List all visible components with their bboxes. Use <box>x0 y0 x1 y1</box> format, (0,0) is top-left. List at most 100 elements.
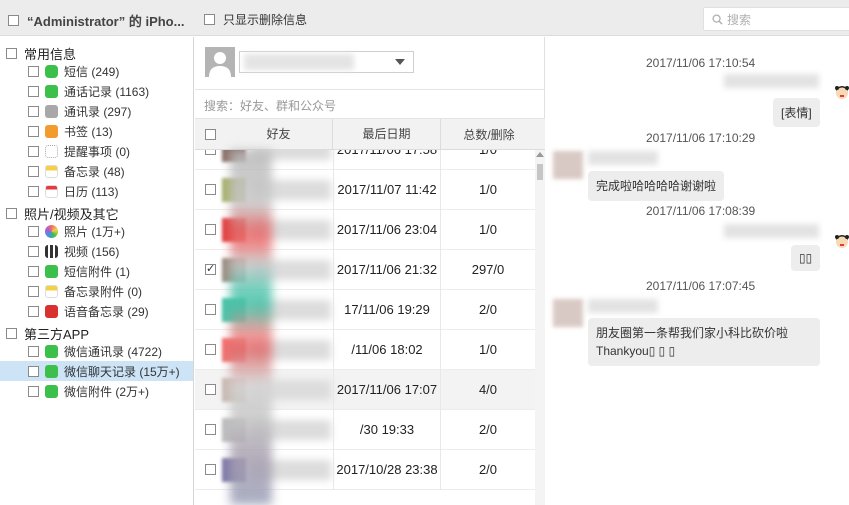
sidebar-item-label: 备忘录附件 (0) <box>64 284 143 299</box>
sidebar-item-label: 照片 (1万+) <box>64 224 126 239</box>
select-all-checkbox[interactable] <box>8 15 19 26</box>
column-header-last-date[interactable]: 最后日期 <box>333 118 441 150</box>
sidebar-item-wechat-attachments[interactable]: 微信附件 (2万+) <box>0 381 193 401</box>
item-checkbox[interactable] <box>28 265 39 277</box>
row-checkbox[interactable] <box>205 224 216 235</box>
sidebar-item-label: 微信聊天记录 (15万+) <box>64 364 180 379</box>
item-checkbox[interactable] <box>28 225 39 237</box>
sidebar-item-wechat-contacts[interactable]: 微信通讯录 (4722) <box>0 341 193 361</box>
sidebar-item-label: 短信附件 (1) <box>64 264 131 279</box>
message-bubble-outgoing: ▯▯ <box>791 245 821 271</box>
sidebar-item-label: 微信附件 (2万+) <box>64 384 150 399</box>
column-header-count[interactable]: 总数/删除 <box>441 126 537 143</box>
row-date: 17/11/06 19:29 <box>333 290 441 330</box>
category-checkbox[interactable] <box>6 48 17 59</box>
sender-name-redacted <box>724 74 819 88</box>
sidebar-item-wechat-chat-history[interactable]: 微信聊天记录 (15万+) <box>0 361 193 381</box>
item-checkbox[interactable] <box>28 65 39 77</box>
account-avatar <box>205 47 235 77</box>
item-checkbox[interactable] <box>28 365 39 377</box>
sidebar-item-label: 通讯录 (297) <box>64 104 132 119</box>
select-all-rows-checkbox[interactable] <box>204 129 216 141</box>
wechat-icon <box>45 384 58 398</box>
item-checkbox[interactable] <box>28 105 39 117</box>
message-bubble-incoming: 朋友圈第一条帮我们家小科比砍价啦 Thankyou▯ ▯ ▯ <box>588 318 820 366</box>
item-checkbox[interactable] <box>28 185 39 197</box>
row-checkbox[interactable] <box>205 150 216 155</box>
chat-history-panel: 2017/11/06 17:10:54 [表情] 2017/11/06 17:1… <box>546 37 849 505</box>
sidebar-item-label: 短信 (249) <box>64 64 120 79</box>
row-checkbox[interactable] <box>205 184 216 195</box>
sidebar-item-voice-memos[interactable]: 语音备忘录 (29) <box>0 301 193 321</box>
row-count: 2/0 <box>478 422 498 437</box>
column-header-friend[interactable]: 好友 <box>225 118 333 150</box>
sidebar-item-bookmarks[interactable]: 书签 (13) <box>0 121 193 141</box>
row-date: /30 19:33 <box>333 410 441 450</box>
wechat-icon <box>45 344 58 358</box>
item-checkbox[interactable] <box>28 345 39 357</box>
category-checkbox[interactable] <box>6 208 17 219</box>
sidebar-item-label: 语音备忘录 (29) <box>64 304 149 319</box>
sidebar-item-reminders[interactable]: 提醒事项 (0) <box>0 141 193 161</box>
row-checkbox[interactable] <box>205 262 216 275</box>
sidebar-item-calendar[interactable]: 日历 (113) <box>0 181 193 201</box>
row-checkbox[interactable] <box>205 304 216 315</box>
sidebar-item-call-log[interactable]: 通话记录 (1163) <box>0 81 193 101</box>
phone-icon <box>45 84 58 98</box>
contact-search-input[interactable]: 搜索：好友、群和公众号 <box>195 89 545 119</box>
sidebar-item-videos[interactable]: 视频 (156) <box>0 241 193 261</box>
device-selector[interactable]: “Administrator” 的 iPho... <box>8 11 184 30</box>
sidebar-item-contacts[interactable]: 通讯录 (297) <box>0 101 193 121</box>
item-checkbox[interactable] <box>28 125 39 137</box>
sidebar-item-notes-attachments[interactable]: 备忘录附件 (0) <box>0 281 193 301</box>
contact-list-scrollbar[interactable] <box>535 150 545 505</box>
sidebar-item-sms-attachments[interactable]: 短信附件 (1) <box>0 261 193 281</box>
row-checkbox[interactable] <box>205 384 216 395</box>
sidebar-item-notes[interactable]: 备忘录 (48) <box>0 161 193 181</box>
sidebar-item-label: 书签 (13) <box>64 124 113 139</box>
global-search-input[interactable]: 搜索 <box>703 7 849 31</box>
chevron-down-icon <box>395 59 405 65</box>
sidebar-item-label: 日历 (113) <box>64 184 119 199</box>
row-date: 2017/11/06 17:07 <box>333 370 441 410</box>
item-checkbox[interactable] <box>28 165 39 177</box>
sidebar-item-photos[interactable]: 照片 (1万+) <box>0 221 193 241</box>
contacts-icon <box>45 104 58 118</box>
row-date: 2017/11/06 17:58 <box>333 150 441 170</box>
row-checkbox[interactable] <box>205 424 216 435</box>
account-dropdown[interactable] <box>239 51 414 73</box>
top-toolbar: “Administrator” 的 iPho... 只显示删除信息 搜索 <box>0 0 849 36</box>
sidebar-item-label: 视频 (156) <box>64 244 120 259</box>
only-deleted-checkbox[interactable] <box>204 14 215 25</box>
contact-avatar <box>553 299 583 327</box>
item-checkbox[interactable] <box>28 385 39 397</box>
row-date: /11/06 18:02 <box>333 330 441 370</box>
redacted-names-overlay <box>230 150 272 505</box>
message-bubble-outgoing: [表情] <box>773 98 820 127</box>
emoji-avatar-icon <box>835 235 849 248</box>
message-timestamp: 2017/11/06 17:10:29 <box>646 131 756 145</box>
notes-attachment-icon <box>45 284 58 298</box>
search-icon <box>712 13 723 25</box>
row-count: 1/0 <box>441 150 535 170</box>
row-count: 1/0 <box>478 342 498 357</box>
item-checkbox[interactable] <box>28 85 39 97</box>
row-date: 2017/11/06 21:32 <box>333 250 441 290</box>
category-checkbox[interactable] <box>6 328 17 339</box>
scrollbar-thumb[interactable] <box>537 164 543 180</box>
sidebar-item-sms[interactable]: 短信 (249) <box>0 61 193 81</box>
sidebar-item-label: 微信通讯录 (4722) <box>64 344 163 359</box>
row-date: 2017/11/06 23:04 <box>333 210 441 250</box>
scroll-up-arrow-icon[interactable] <box>536 152 544 157</box>
row-checkbox[interactable] <box>205 344 216 355</box>
item-checkbox[interactable] <box>28 305 39 317</box>
calendar-icon <box>45 184 58 198</box>
item-checkbox[interactable] <box>28 245 39 257</box>
message-icon <box>45 64 58 78</box>
only-deleted-toggle[interactable]: 只显示删除信息 <box>204 11 307 28</box>
video-icon <box>45 244 58 258</box>
row-checkbox[interactable] <box>205 464 216 475</box>
item-checkbox[interactable] <box>28 285 39 297</box>
item-checkbox[interactable] <box>28 145 39 157</box>
message-text-line: 朋友圈第一条帮我们家小科比砍价啦 <box>596 326 789 340</box>
